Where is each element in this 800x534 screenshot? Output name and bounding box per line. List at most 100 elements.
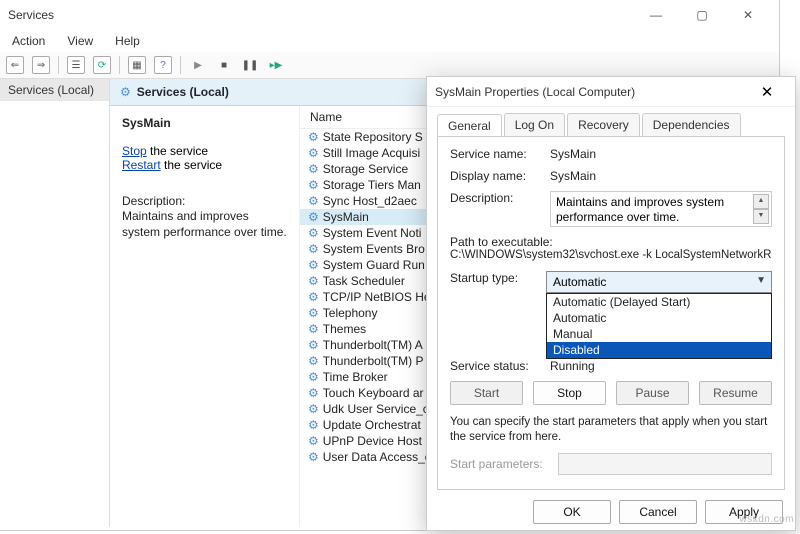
gear-icon: ⚙ [308,403,319,415]
label-start-parameters: Start parameters: [450,457,550,471]
separator [119,56,120,74]
tab-recovery[interactable]: Recovery [567,113,640,136]
startup-type-dropdown[interactable]: Automatic (Delayed Start)AutomaticManual… [546,293,772,359]
stop-suffix: the service [147,144,208,158]
gear-icon: ⚙ [308,387,319,399]
label-display-name: Display name: [450,169,550,183]
gear-icon: ⚙ [120,85,131,99]
list-item-label: Thunderbolt(TM) A [323,338,423,352]
gear-icon: ⚙ [308,419,319,431]
list-item-label: System Event Noti [323,226,422,240]
refresh-icon[interactable]: ⟳ [93,56,111,74]
list-item-label: UPnP Device Host [323,434,422,448]
description-label: Description: [122,194,287,208]
startup-type-value[interactable]: Automatic [546,271,772,293]
start-params-note: You can specify the start parameters tha… [450,415,772,445]
restart-icon[interactable]: ▸▶ [267,56,285,74]
dropdown-option[interactable]: Automatic [547,310,771,326]
gear-icon: ⚙ [308,355,319,367]
list-item-label: Storage Tiers Man [323,178,421,192]
gear-icon: ⚙ [308,323,319,335]
stop-icon[interactable]: ■ [215,56,233,74]
value-display-name: SysMain [550,169,772,183]
list-item-label: SysMain [323,210,369,224]
watermark: wsxdn.com [739,514,794,525]
gear-icon: ⚙ [308,371,319,383]
tab-dependencies[interactable]: Dependencies [642,113,741,136]
stop-link[interactable]: Stop [122,144,147,158]
tab-general[interactable]: General [437,114,502,137]
detail-panel: SysMain Stop the service Restart the ser… [110,106,300,527]
label-service-status: Service status: [450,359,550,373]
minimize-button[interactable]: — [633,0,679,30]
list-item-label: Udk User Service_c [323,402,429,416]
label-startup-type: Startup type: [450,271,546,285]
close-button[interactable]: ✕ [725,0,771,30]
menu-help[interactable]: Help [111,32,144,50]
list-item-label: Time Broker [323,370,388,384]
cancel-button[interactable]: Cancel [619,500,697,524]
list-item-label: Sync Host_d2aec [323,194,417,208]
toolbar: ⇐ ⇒ ☰ ⟳ ▦ ? ▶ ■ ❚❚ ▸▶ [0,52,779,79]
chevron-down-icon[interactable]: ▼ [753,209,769,224]
gear-icon: ⚙ [308,227,319,239]
value-path: C:\WINDOWS\system32\svchost.exe -k Local… [450,249,772,261]
list-item-label: Storage Service [323,162,408,176]
restart-link[interactable]: Restart [122,158,161,172]
list-item-label: Still Image Acquisi [323,146,420,160]
pause-button[interactable]: Pause [616,381,689,405]
gear-icon: ⚙ [308,179,319,191]
forward-icon[interactable]: ⇒ [32,56,50,74]
export-icon[interactable]: ▦ [128,56,146,74]
list-item-label: User Data Access_c [323,450,431,464]
menu-view[interactable]: View [63,32,97,50]
pause-icon[interactable]: ❚❚ [241,56,259,74]
gear-icon: ⚙ [308,307,319,319]
tree-pane: Services (Local) [0,79,110,527]
gear-icon: ⚙ [308,291,319,303]
gear-icon: ⚙ [308,259,319,271]
list-item-label: Task Scheduler [323,274,405,288]
value-service-status: Running [550,359,772,373]
label-description: Description: [450,191,550,205]
tree-node-services-local[interactable]: Services (Local) [0,79,109,101]
back-icon[interactable]: ⇐ [6,56,24,74]
description-scroller[interactable]: ▲▼ [753,194,769,224]
label-path: Path to executable: [450,235,772,249]
gear-icon: ⚙ [308,275,319,287]
properties-icon[interactable]: ☰ [67,56,85,74]
separator [180,56,181,74]
list-item-label: Touch Keyboard ar [323,386,424,400]
chevron-down-icon[interactable]: ▼ [756,275,766,286]
gear-icon: ⚙ [308,163,319,175]
dialog-close-button[interactable]: ✕ [747,83,787,101]
startup-type-select[interactable]: Automatic ▼ Automatic (Delayed Start)Aut… [546,271,772,293]
list-item-label: State Repository S [323,130,423,144]
list-item-label: Telephony [323,306,378,320]
dropdown-option[interactable]: Manual [547,326,771,342]
chevron-up-icon[interactable]: ▲ [753,194,769,209]
dropdown-option[interactable]: Disabled [547,342,771,358]
start-parameters-input [558,453,772,475]
separator [58,56,59,74]
description-box: Maintains and improves system performanc… [550,191,772,227]
pane-title: Services (Local) [137,85,229,99]
start-button[interactable]: Start [450,381,523,405]
restart-suffix: the service [161,158,222,172]
window-title: Services [8,8,633,22]
maximize-button[interactable]: ▢ [679,0,725,30]
play-icon[interactable]: ▶ [189,56,207,74]
ok-button[interactable]: OK [533,500,611,524]
stop-button[interactable]: Stop [533,381,606,405]
resume-button[interactable]: Resume [699,381,772,405]
stop-service-link-row: Stop the service [122,144,287,158]
help-icon[interactable]: ? [154,56,172,74]
list-item-label: System Guard Run [323,258,425,272]
tab-logon[interactable]: Log On [504,113,565,136]
gear-icon: ⚙ [308,211,319,223]
menu-action[interactable]: Action [8,32,49,50]
list-item-label: Update Orchestrat [323,418,421,432]
gear-icon: ⚙ [308,131,319,143]
dialog-titlebar: SysMain Properties (Local Computer) ✕ [427,77,795,107]
dropdown-option[interactable]: Automatic (Delayed Start) [547,294,771,310]
